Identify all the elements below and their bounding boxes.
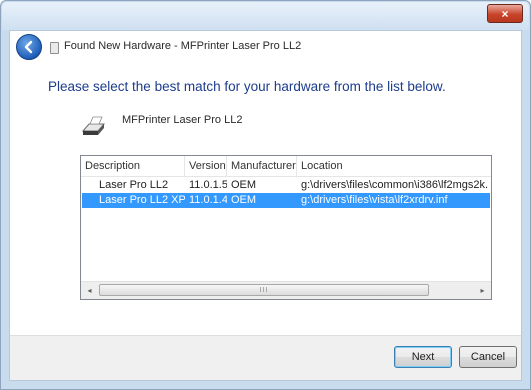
back-arrow-icon <box>24 40 33 54</box>
close-button[interactable]: × <box>487 4 523 23</box>
button-bar: Next Cancel <box>10 335 521 380</box>
horizontal-scrollbar[interactable]: ◂ III ▸ <box>81 281 491 299</box>
wizard-title: Found New Hardware - MFPrinter Laser Pro… <box>64 40 302 52</box>
cell-version: 11.0.1.5 <box>189 179 227 191</box>
instruction-text: Please select the best match for your ha… <box>48 79 446 94</box>
column-header-description[interactable]: Description <box>81 156 185 176</box>
close-icon: × <box>501 6 509 21</box>
table-row[interactable]: Laser Pro LL2 11.0.1.5 OEM g:\drivers\fi… <box>82 178 490 193</box>
list-header: Description Version Manufacturer Locatio… <box>81 156 491 177</box>
dialog-window: × Found New Hardware - MFPrinter Laser P… <box>0 0 531 390</box>
scroll-left-icon[interactable]: ◂ <box>81 282 98 299</box>
back-button[interactable] <box>16 34 42 60</box>
column-header-manufacturer[interactable]: Manufacturer <box>227 156 297 176</box>
printer-icon <box>81 116 106 135</box>
device-name: MFPrinter Laser Pro LL2 <box>122 114 243 126</box>
title-bar[interactable]: × <box>2 2 529 30</box>
cell-manufacturer: OEM <box>231 179 257 191</box>
cell-version: 11.0.1.4 <box>189 194 227 206</box>
driver-list[interactable]: Description Version Manufacturer Locatio… <box>80 155 492 300</box>
table-row-selected[interactable]: Laser Pro LL2 XPS 11.0.1.4 OEM g:\driver… <box>82 193 490 208</box>
scrollbar-thumb[interactable]: III <box>99 284 429 296</box>
wizard-header: Found New Hardware - MFPrinter Laser Pro… <box>10 31 521 61</box>
wizard-page: Found New Hardware - MFPrinter Laser Pro… <box>9 30 522 381</box>
cell-location: g:\drivers\files\vista\lf2xrdrv.inf <box>301 194 448 206</box>
cell-location: g:\drivers\files\common\i386\lf2mgs2k. <box>301 179 489 191</box>
cell-manufacturer: OEM <box>231 194 257 206</box>
cell-description: Laser Pro LL2 <box>99 179 169 191</box>
scroll-right-icon[interactable]: ▸ <box>474 282 491 299</box>
hardware-wizard-icon <box>50 42 59 54</box>
column-header-location[interactable]: Location <box>297 156 491 176</box>
column-header-version[interactable]: Version <box>185 156 227 176</box>
next-button[interactable]: Next <box>394 346 452 368</box>
cancel-button[interactable]: Cancel <box>459 346 517 368</box>
cell-description: Laser Pro LL2 XPS <box>99 194 185 206</box>
